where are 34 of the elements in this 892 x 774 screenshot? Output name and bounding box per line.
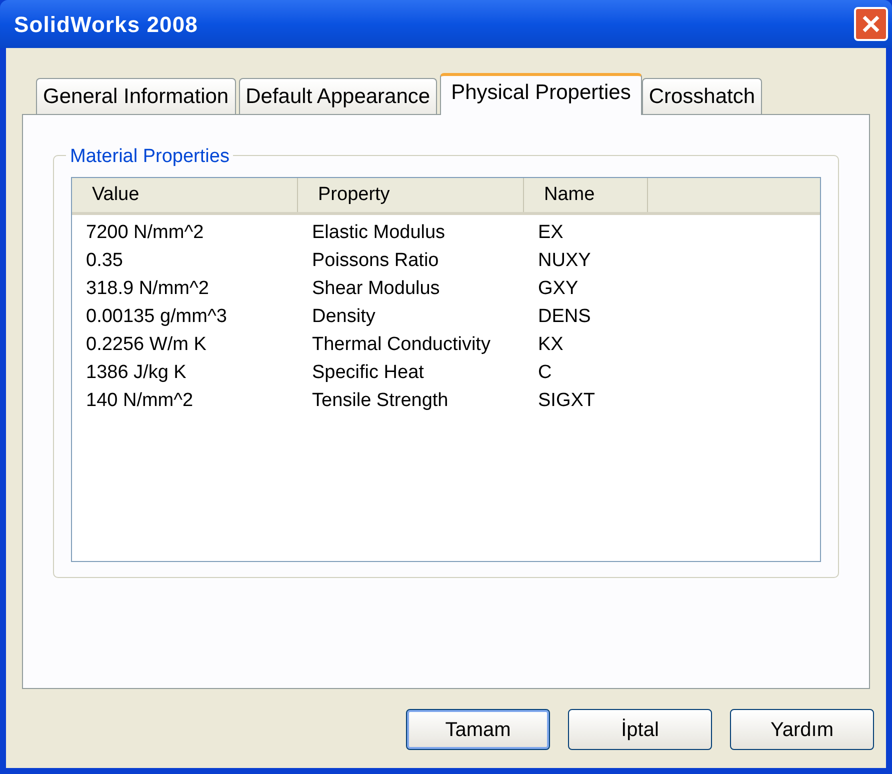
table-cell-text: Poissons Ratio xyxy=(311,248,440,273)
dialog-button[interactable]: Yardım xyxy=(730,709,874,750)
table-cell-text: Tensile Strength xyxy=(311,388,450,413)
table-cell-text: 7200 N/mm^2 xyxy=(85,220,205,245)
table-cell-text: 140 N/mm^2 xyxy=(85,388,194,413)
table-cell-text: 0.00135 g/mm^3 xyxy=(85,304,228,329)
table-cell-text: KX xyxy=(537,332,564,357)
tab[interactable]: Crosshatch xyxy=(642,78,762,114)
table-cell-text: NUXY xyxy=(537,248,592,273)
column-header[interactable]: Name xyxy=(524,178,648,212)
tab[interactable]: Physical Properties xyxy=(440,73,642,115)
table-cell-text: Density xyxy=(311,304,376,329)
dialog-button[interactable]: İptal xyxy=(568,709,712,750)
table-cell-text: DENS xyxy=(537,304,592,329)
table-cell-text: EX xyxy=(537,220,564,245)
window-title: SolidWorks 2008 xyxy=(14,10,198,38)
table-cell-text: Thermal Conductivity xyxy=(311,332,492,357)
table-cell-text: GXY xyxy=(537,276,580,301)
table-cell-text: 0.35 xyxy=(85,248,124,273)
dialog-button[interactable]: Tamam xyxy=(406,709,550,750)
table-cell-text: Specific Heat xyxy=(311,360,425,385)
close-icon xyxy=(861,14,881,34)
table-cell-text: 1386 J/kg K xyxy=(85,360,188,385)
tab[interactable]: Default Appearance xyxy=(238,78,438,114)
table-cell-text: Shear Modulus xyxy=(311,276,441,301)
table-cell-text: 0.2256 W/m K xyxy=(85,332,208,357)
table-cell-text: Elastic Modulus xyxy=(311,220,446,245)
close-button[interactable] xyxy=(854,7,888,41)
tab[interactable]: General Information xyxy=(36,78,236,114)
column-header[interactable]: Value xyxy=(72,178,298,212)
table-cell-text: C xyxy=(537,360,553,385)
table-cell-text: SIGXT xyxy=(537,388,596,413)
column-header[interactable]: Property xyxy=(298,178,524,212)
table-cell-text: 318.9 N/mm^2 xyxy=(85,276,210,301)
